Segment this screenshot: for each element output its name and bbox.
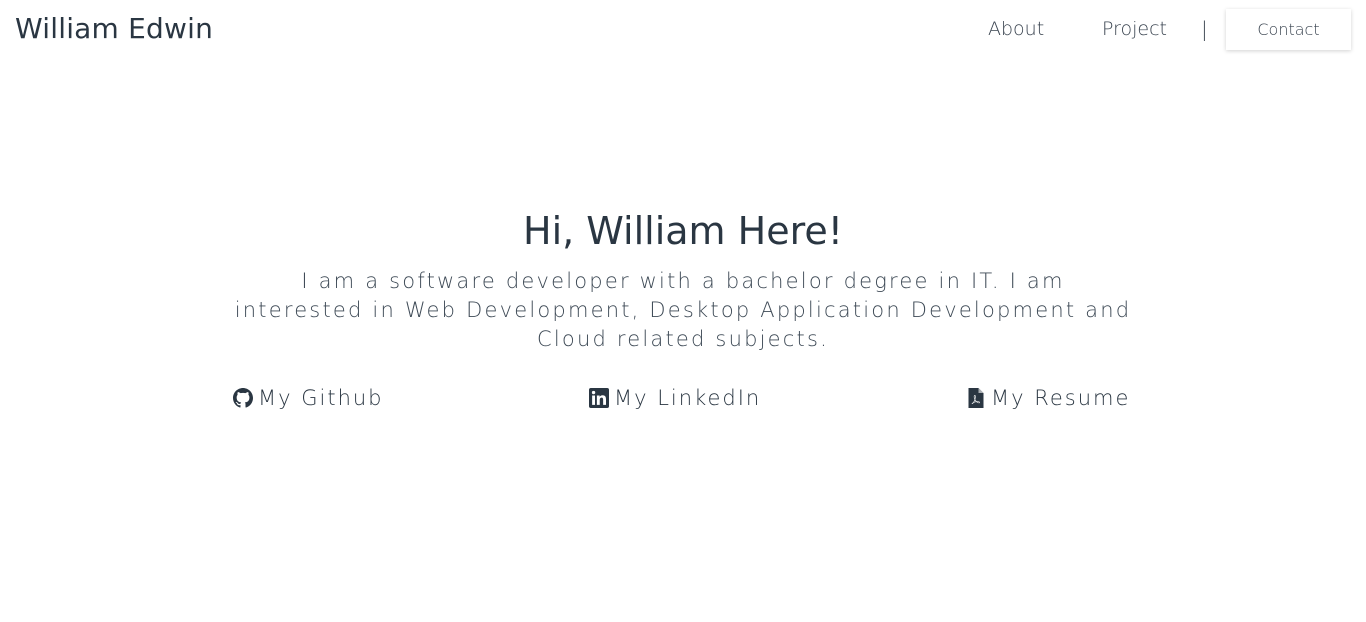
github-link-label: My Github <box>258 386 384 410</box>
hero-section: Hi, William Here! I am a software develo… <box>0 205 1366 354</box>
brand-logo-text[interactable]: William Edwin <box>15 12 213 45</box>
nav-link-project[interactable]: Project <box>1102 18 1167 40</box>
linkedin-icon <box>589 388 609 408</box>
nav-separator: | <box>1201 17 1208 41</box>
github-icon <box>233 388 253 408</box>
github-link[interactable]: My Github <box>233 386 384 410</box>
resume-link-label: My Resume <box>991 386 1131 410</box>
nav-link-about[interactable]: About <box>988 18 1044 40</box>
navbar: William Edwin About Project | Contact <box>0 0 1366 60</box>
hero-description: I am a software developer with a bachelo… <box>234 269 1132 351</box>
contact-button[interactable]: Contact <box>1226 9 1351 50</box>
linkedin-link-label: My LinkedIn <box>614 386 762 410</box>
resume-link[interactable]: My Resume <box>966 386 1130 410</box>
pdf-file-icon <box>968 388 984 408</box>
linkedin-link[interactable]: My LinkedIn <box>589 386 761 410</box>
hero-title: Hi, William Here! <box>523 209 843 253</box>
social-links: My Github My LinkedIn My Resume <box>0 386 1366 416</box>
